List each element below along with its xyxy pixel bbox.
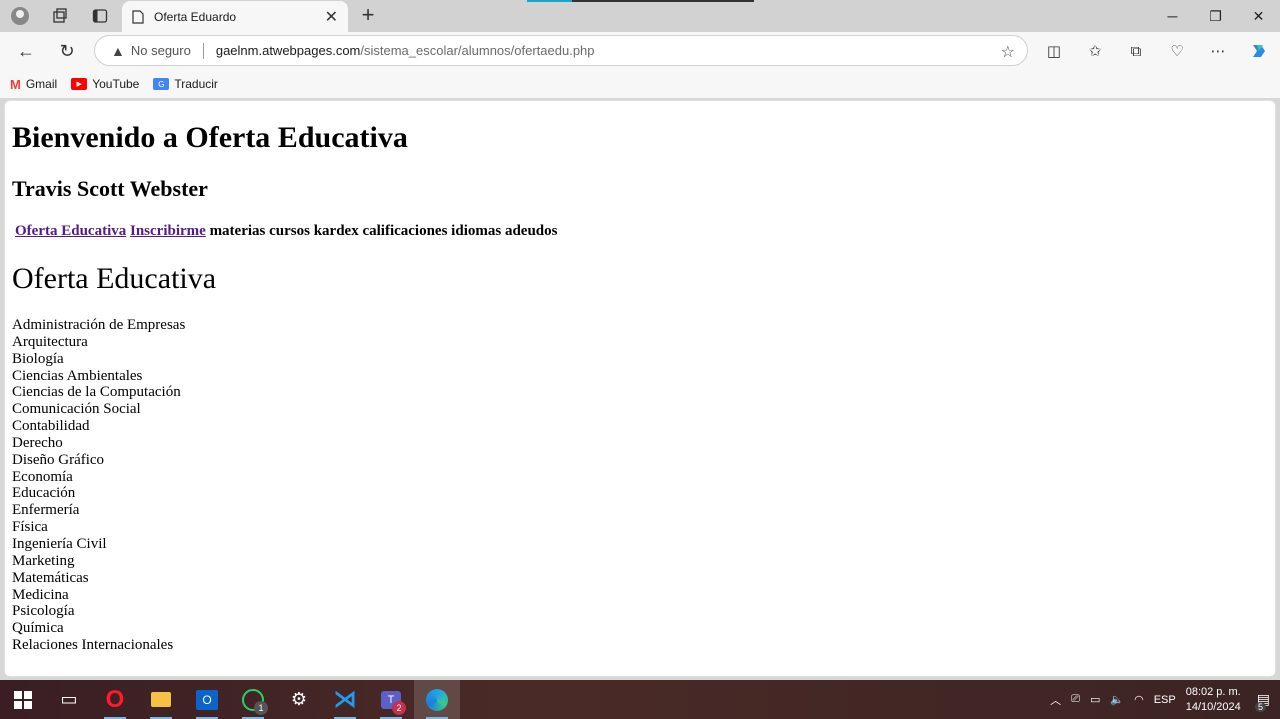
program-item: Ciencias Ambientales <box>12 367 143 384</box>
teams-icon[interactable]: T2 <box>368 680 414 719</box>
link-inscribirme[interactable]: Inscribirme <box>130 223 206 239</box>
user-name-heading: Travis Scott Webster <box>12 176 208 201</box>
program-item: Marketing <box>12 552 75 569</box>
tab-oferta-eduardo[interactable]: Oferta Eduardo ✕ <box>122 1 348 32</box>
program-item: Arquitectura <box>12 333 88 350</box>
system-tray: ︿ ⎚ ▭ 🔈 ◠ ESP 08:02 p. m. 14/10/2024 ▤ 5 <box>1050 680 1280 719</box>
tab-title: Oferta Eduardo <box>154 9 237 24</box>
clock-time: 08:02 p. m. <box>1185 685 1241 698</box>
program-item: Enfermería <box>12 502 80 519</box>
program-item: Medicina <box>12 586 69 603</box>
tab-strip-accent-highlight <box>527 0 572 2</box>
program-item: Comunicación Social <box>12 401 141 418</box>
gmail-icon: M <box>10 76 21 92</box>
link-oferta-educativa[interactable]: Oferta Educativa <box>15 223 126 239</box>
favorite-star-icon[interactable]: ☆ <box>1001 42 1015 62</box>
outlook-icon[interactable]: O <box>184 680 230 719</box>
program-item: Economía <box>12 468 73 485</box>
bookmark-label: Traducir <box>174 77 218 91</box>
battery-icon[interactable]: ▭ <box>1090 693 1100 706</box>
program-item: Física <box>12 519 48 536</box>
language-indicator[interactable]: ESP <box>1154 694 1176 706</box>
refresh-icon[interactable]: ↻ <box>53 38 81 64</box>
student-menu: Oferta Educativa Inscribirme materias cu… <box>15 223 557 240</box>
edge-icon[interactable] <box>414 680 460 719</box>
welcome-heading: Bienvenido a Oferta Educativa <box>12 121 408 154</box>
program-list: Administración de Empresas Arquitectura Bi… <box>12 317 185 654</box>
notifications-badge: 5 <box>1254 702 1266 712</box>
browser-toolbar: ← ↻ ▲ No seguro gaelnm.atwebpages.com/si… <box>0 32 1280 70</box>
address-bar[interactable]: ▲ No seguro gaelnm.atwebpages.com/sistem… <box>94 35 1028 66</box>
wifi-icon[interactable]: ◠ <box>1134 693 1144 706</box>
opera-icon[interactable]: O <box>92 680 138 719</box>
notifications-icon[interactable]: ▤ 5 <box>1254 691 1270 712</box>
browser-essentials-icon[interactable]: ♡ <box>1163 38 1191 64</box>
bookmark-traducir[interactable]: G Traducir <box>153 77 218 91</box>
security-label[interactable]: No seguro <box>131 43 191 58</box>
bookmark-youtube[interactable]: ▶ YouTube <box>71 77 139 91</box>
program-item: Química <box>12 620 64 637</box>
split-screen-icon[interactable]: ◫ <box>1040 38 1068 64</box>
program-item: Diseño Gráfico <box>12 451 105 468</box>
section-heading: Oferta Educativa <box>12 262 217 295</box>
vertical-tabs-icon[interactable] <box>86 3 114 29</box>
page-icon <box>132 9 144 24</box>
windows-taskbar: ▭ O O 1 ⚙ ⋊ T2 ︿ ⎚ ▭ 🔈 ◠ ESP 08:02 p. m.… <box>0 680 1280 719</box>
close-window-button[interactable]: ✕ <box>1237 0 1280 32</box>
browser-title-bar: Oferta Eduardo ✕ + ─ ❐ ✕ <box>0 0 1280 32</box>
meet-now-icon[interactable]: ⎚ <box>1071 693 1080 706</box>
volume-icon[interactable]: 🔈 <box>1110 693 1124 706</box>
close-tab-icon[interactable]: ✕ <box>325 7 338 27</box>
settings-gear-icon[interactable]: ⚙ <box>276 680 322 719</box>
program-item: Biología <box>12 350 64 367</box>
program-item: Ingeniería Civil <box>12 535 107 552</box>
teams-badge: 2 <box>392 701 406 715</box>
collections-icon[interactable]: ⧉ <box>1122 38 1150 64</box>
bookmark-gmail[interactable]: M Gmail <box>10 77 57 92</box>
favorites-icon[interactable]: ✩ <box>1081 38 1109 64</box>
workspaces-icon[interactable] <box>46 3 74 29</box>
profile-avatar-icon[interactable] <box>6 3 34 29</box>
clock[interactable]: 08:02 p. m. 14/10/2024 <box>1186 685 1241 715</box>
windows-logo-icon <box>14 690 32 709</box>
more-options-icon[interactable]: ⋯ <box>1204 38 1232 64</box>
url-host[interactable]: gaelnm.atwebpages.com <box>216 43 361 58</box>
start-button[interactable] <box>0 680 46 719</box>
warning-icon[interactable]: ▲ <box>111 43 125 59</box>
whatsapp-icon[interactable]: 1 <box>230 680 276 719</box>
menu-static-items: materias cursos kardex calificaciones id… <box>209 223 558 239</box>
translate-icon: G <box>153 78 170 90</box>
restore-button[interactable]: ❐ <box>1194 0 1237 32</box>
program-item: Contabilidad <box>12 418 90 435</box>
web-page-content: Bienvenido a Oferta Educativa Travis Sco… <box>4 100 1276 677</box>
back-icon[interactable]: ← <box>12 38 40 64</box>
program-item: Educación <box>12 485 76 502</box>
url-path[interactable]: /sistema_escolar/alumnos/ofertaedu.php <box>360 43 594 58</box>
program-item: Administración de Empresas <box>12 317 186 333</box>
program-item: Relaciones Internacionales <box>12 637 174 654</box>
whatsapp-badge: 1 <box>254 701 268 715</box>
task-view-icon[interactable]: ▭ <box>46 680 92 719</box>
program-item: Psicología <box>12 603 75 620</box>
program-item: Matemáticas <box>12 569 89 586</box>
address-separator <box>202 42 204 59</box>
clock-date: 14/10/2024 <box>1185 700 1241 713</box>
new-tab-button[interactable]: + <box>356 4 380 28</box>
youtube-icon: ▶ <box>71 78 88 90</box>
program-item: Derecho <box>12 434 63 451</box>
bookmarks-bar: M Gmail ▶ YouTube G Traducir <box>0 70 1280 98</box>
bookmark-label: Gmail <box>25 77 58 91</box>
vscode-icon[interactable]: ⋊ <box>322 680 368 719</box>
program-item: Ciencias de la Computación <box>12 384 181 401</box>
show-hidden-icons-icon[interactable]: ︿ <box>1050 692 1061 708</box>
file-explorer-icon[interactable] <box>138 680 184 719</box>
bookmark-label: YouTube <box>92 77 140 91</box>
minimize-button[interactable]: ─ <box>1151 0 1194 32</box>
copilot-icon[interactable] <box>1245 38 1273 64</box>
